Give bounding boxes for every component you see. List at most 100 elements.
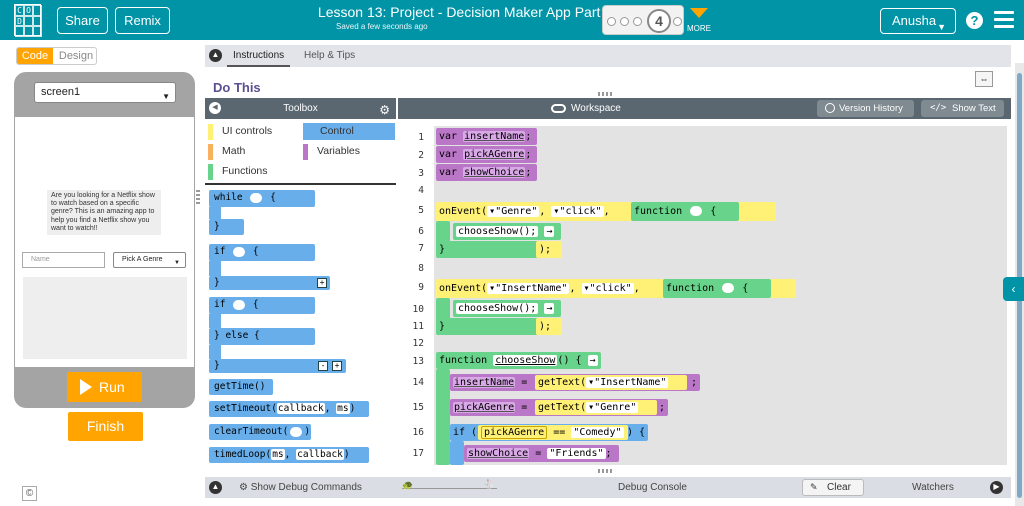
category-control[interactable]: Control	[303, 123, 395, 140]
string-literal[interactable]: "Comedy"	[571, 427, 624, 438]
finish-button[interactable]: Finish	[68, 412, 143, 441]
element-id-dropdown[interactable]: ▾"InsertName"	[586, 377, 669, 388]
comparison-block[interactable]: pickAGenre == "Comedy"	[478, 425, 628, 440]
design-mode-tab[interactable]: Design	[54, 48, 96, 64]
function-callback-block[interactable]: function {	[663, 279, 771, 298]
on-event-end-block[interactable]: );	[536, 318, 562, 335]
plus-icon[interactable]: +	[332, 361, 342, 371]
collapse-left-icon[interactable]: ◀	[209, 102, 221, 114]
block-arg[interactable]: ms	[336, 403, 350, 414]
assign-show-choice-block[interactable]: showChoice = "Friends";	[464, 445, 619, 462]
get-text-block[interactable]: getText(▾"Genre"	[535, 400, 657, 415]
copyright-icon[interactable]: ©	[22, 486, 37, 501]
lesson-progress[interactable]: 4	[602, 5, 684, 35]
block-arm	[209, 261, 221, 276]
variable-name[interactable]: insertName	[463, 131, 526, 142]
paren: );	[539, 244, 552, 255]
progress-dot[interactable]	[633, 17, 642, 26]
category-variables[interactable]: Variables	[300, 143, 395, 160]
clock-icon	[825, 103, 835, 113]
screen-select[interactable]: screen1 ▼	[34, 82, 176, 103]
function-definition-block[interactable]: function chooseShow() { →	[436, 352, 601, 369]
tab-instructions[interactable]: Instructions	[227, 45, 291, 67]
var-declaration-block[interactable]: var insertName;	[436, 128, 537, 145]
name-input[interactable]: Name	[22, 252, 105, 268]
block-arg[interactable]: callback	[276, 403, 325, 414]
event-type-dropdown[interactable]: ▾"click"	[551, 206, 604, 217]
progress-dot[interactable]	[673, 17, 682, 26]
keyword: var	[439, 131, 458, 142]
block-arg[interactable]: ms	[271, 449, 285, 460]
paren: );	[539, 321, 552, 332]
var-declaration-block[interactable]: var showChoice;	[436, 164, 537, 181]
variable-name[interactable]: showChoice	[463, 167, 526, 178]
gear-icon[interactable]: ⚙	[379, 100, 390, 121]
toolbox-resize-grip-icon[interactable]	[196, 190, 200, 204]
choose-show-call-block[interactable]: chooseShow(); →	[453, 223, 561, 240]
element-id-dropdown[interactable]: ▾"InsertName"	[487, 283, 570, 294]
minus-icon[interactable]: -	[318, 361, 328, 371]
user-menu[interactable]: Anusha ▼	[880, 8, 956, 34]
block-brace: }	[214, 360, 220, 371]
get-text-block[interactable]: getText(▾"InsertName"	[535, 375, 687, 390]
function-name[interactable]: chooseShow	[493, 355, 558, 366]
plus-icon[interactable]: +	[317, 278, 327, 288]
element-id-dropdown[interactable]: ▾"Genre"	[586, 402, 639, 413]
category-math[interactable]: Math	[205, 143, 300, 160]
progress-dot[interactable]	[607, 17, 616, 26]
show-debug-commands[interactable]: ⚙ Show Debug Commands	[239, 477, 362, 498]
code-mode-tab[interactable]: Code	[17, 48, 53, 64]
variable-name[interactable]: pickAGenre	[463, 149, 526, 160]
chevron-right-icon[interactable]: ▶	[990, 481, 1003, 494]
toggle-icon	[722, 283, 735, 293]
more-arrow-icon[interactable]	[690, 8, 708, 18]
function-callback-block[interactable]: function {	[631, 202, 739, 221]
else-block[interactable]: } else {	[209, 328, 315, 345]
variable-name[interactable]: pickAGenre	[481, 426, 548, 439]
get-time-block[interactable]: getTime()	[209, 379, 273, 395]
show-text-button[interactable]: </> Show Text	[921, 100, 1004, 117]
tab-help-tips[interactable]: Help & Tips	[304, 45, 355, 67]
app-canvas: Are you looking for a Netflix show to wa…	[15, 117, 194, 367]
code-org-logo[interactable]: C O D	[14, 4, 42, 37]
while-block[interactable]: while {	[209, 190, 315, 207]
element-id-dropdown[interactable]: ▾"Genre"	[487, 206, 540, 217]
progress-dot[interactable]	[620, 17, 629, 26]
progress-current-level[interactable]: 4	[647, 9, 671, 33]
resize-grip-icon[interactable]	[598, 92, 612, 96]
resize-panel-icon[interactable]: ⇔	[975, 71, 993, 87]
collapse-up-icon[interactable]: ▲	[209, 481, 222, 494]
run-button[interactable]: Run	[67, 372, 142, 402]
event-type-dropdown[interactable]: ▾"click"	[581, 283, 634, 294]
category-functions[interactable]: Functions	[205, 163, 300, 180]
on-event-end-block[interactable]: );	[536, 241, 562, 258]
mode-toggle: Code Design	[16, 47, 97, 65]
category-ui-controls[interactable]: UI controls	[205, 123, 300, 140]
collapse-up-icon[interactable]: ▲	[209, 49, 222, 62]
while-block-end[interactable]: }	[209, 219, 244, 235]
timed-loop-block[interactable]: timedLoop(ms, callback)	[209, 447, 369, 463]
version-history-button[interactable]: Version History	[817, 100, 914, 117]
share-button[interactable]: Share	[57, 7, 108, 34]
var-declaration-block[interactable]: var pickAGenre;	[436, 146, 537, 163]
set-timeout-block[interactable]: setTimeout(callback, ms)	[209, 401, 369, 417]
clear-button[interactable]: ✎ Clear	[802, 479, 864, 496]
help-icon[interactable]: ?	[966, 12, 983, 29]
if-block-end[interactable]: }	[209, 276, 330, 290]
variable-name[interactable]: pickAGenre	[453, 402, 516, 413]
more-label[interactable]: MORE	[687, 24, 711, 33]
string-literal[interactable]: "Friends"	[547, 448, 606, 459]
hamburger-menu-icon[interactable]	[994, 11, 1014, 29]
block-arg[interactable]: callback	[296, 449, 344, 460]
variable-name[interactable]: showChoice	[467, 448, 530, 459]
if-block[interactable]: if {	[209, 244, 315, 261]
line-number: 2	[418, 150, 424, 161]
resize-grip-icon[interactable]	[598, 469, 612, 473]
chevron-left-icon[interactable]: ‹	[1003, 277, 1024, 301]
variable-name[interactable]: insertName	[453, 377, 516, 388]
remix-button[interactable]: Remix	[115, 7, 170, 34]
genre-dropdown[interactable]: Pick A Genre ▼	[113, 252, 186, 268]
clear-timeout-block[interactable]: clearTimeout()	[209, 424, 311, 440]
choose-show-call-block[interactable]: chooseShow(); →	[453, 300, 561, 317]
if-else-block[interactable]: if {	[209, 297, 315, 314]
